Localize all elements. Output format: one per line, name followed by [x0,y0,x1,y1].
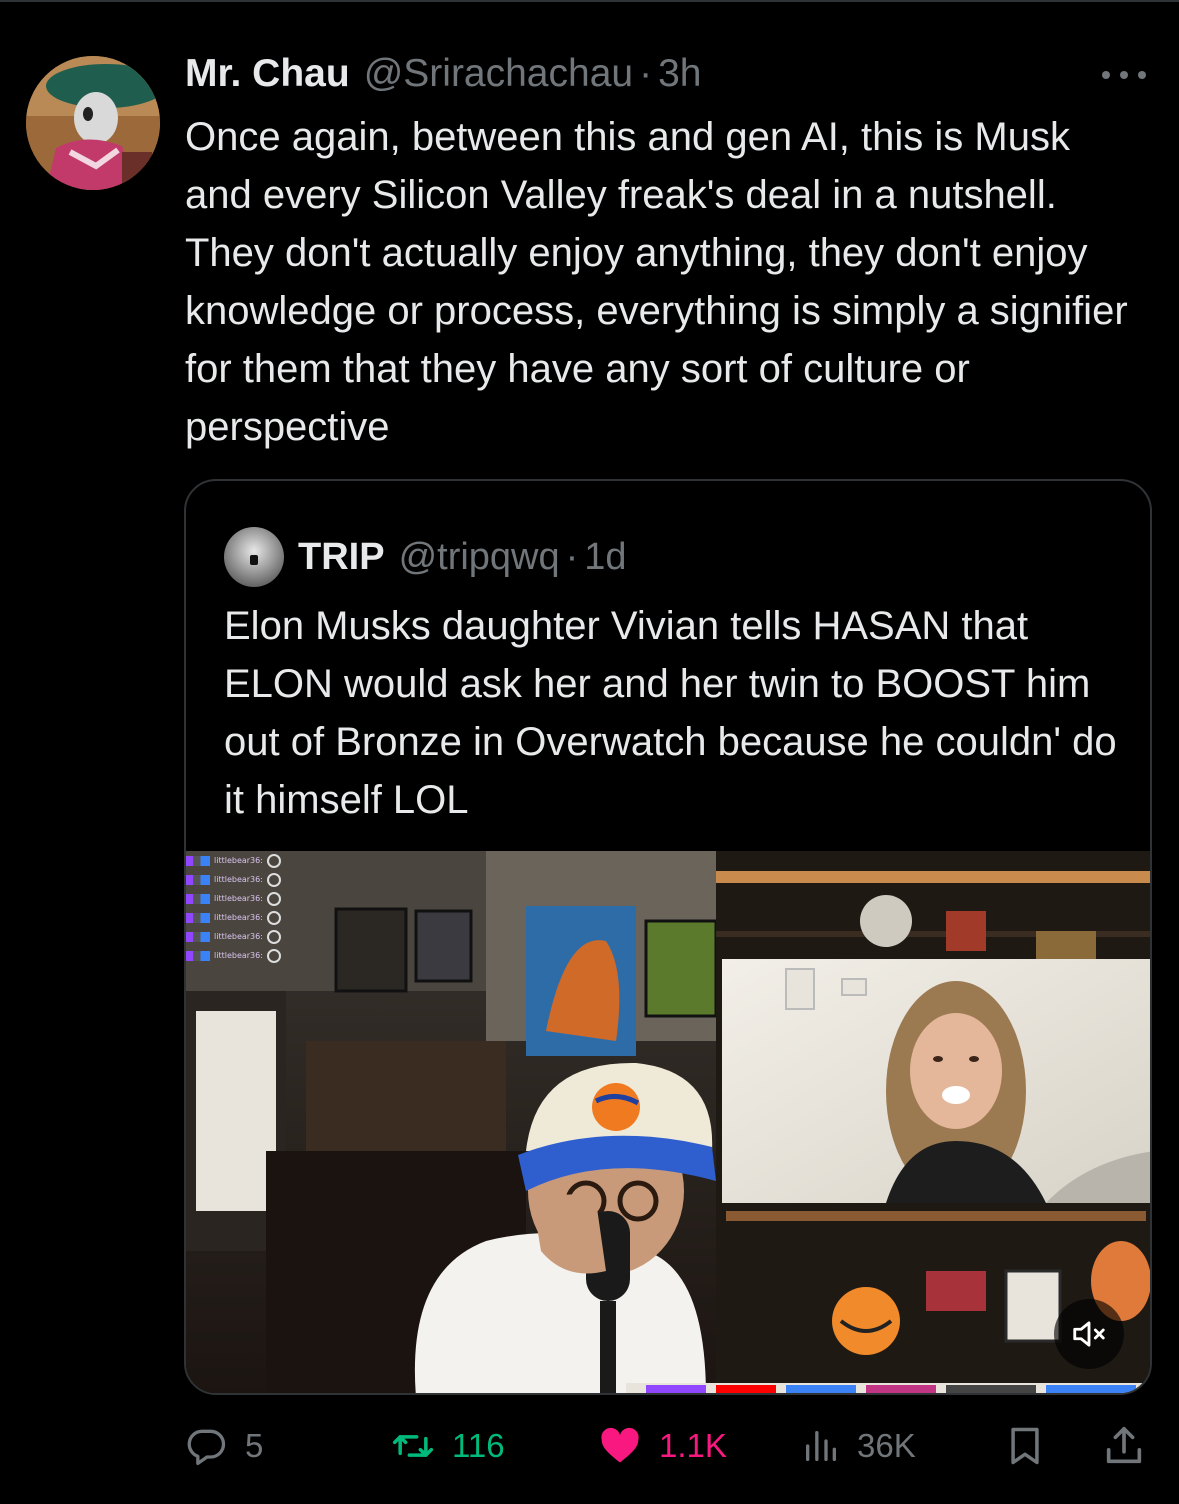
views-button[interactable]: 36K [801,1420,916,1472]
quoted-handle: @tripqwq [398,535,560,578]
quoted-tweet[interactable]: TRIP @tripqwq · 1d Elon Musks daughter V… [184,479,1152,1395]
chat-message: littlebear36: [186,851,296,870]
video-player[interactable]: littlebear36: littlebear36: littlebear36… [186,851,1150,1393]
timestamp[interactable]: 3h [658,52,701,96]
chat-message: littlebear36: [186,908,296,927]
avatar[interactable] [26,56,160,190]
separator: · [639,52,653,95]
avatar-image [26,56,160,190]
like-button[interactable]: 1.1K [597,1420,727,1472]
video-frame [186,851,1150,1393]
quoted-timestamp: 1d [584,535,627,578]
views-count: 36K [857,1427,916,1464]
chat-message: littlebear36: [186,946,296,965]
tweet-header: Mr. Chau @Srirachachau · 3h [185,52,701,102]
chat-message: littlebear36: [186,889,296,908]
repost-icon [392,1435,434,1457]
reply-count: 5 [245,1427,264,1464]
quoted-tweet-text: Elon Musks daughter Vivian tells HASAN t… [224,604,1117,822]
reply-icon [187,1429,226,1466]
bookmark-icon[interactable] [1003,1420,1047,1472]
repost-button[interactable]: 116 [390,1420,505,1472]
quoted-separator: · [565,535,579,578]
chat-message: littlebear36: [186,927,296,946]
mute-icon[interactable] [1054,1299,1124,1369]
more-icon[interactable] [1098,60,1150,90]
top-divider [0,0,1179,2]
chat-overlay: littlebear36: littlebear36: littlebear36… [186,851,296,965]
share-icon[interactable] [1101,1420,1147,1472]
like-count: 1.1K [659,1427,727,1464]
action-bar: 5 116 1.1K 36K [185,1420,1150,1472]
user-handle[interactable]: @Srirachachau [364,52,633,96]
repost-count: 116 [452,1427,505,1464]
views-icon [806,1431,836,1461]
display-name[interactable]: Mr. Chau [185,52,350,96]
quoted-avatar [224,527,284,587]
tweet-text: Once again, between this and gen AI, thi… [185,115,1128,449]
reply-button[interactable]: 5 [185,1420,263,1472]
quoted-tweet-header: TRIP @tripqwq · 1d [224,527,627,587]
quoted-display-name: TRIP [298,535,385,578]
heart-icon [601,1427,639,1463]
chat-message: littlebear36: [186,870,296,889]
